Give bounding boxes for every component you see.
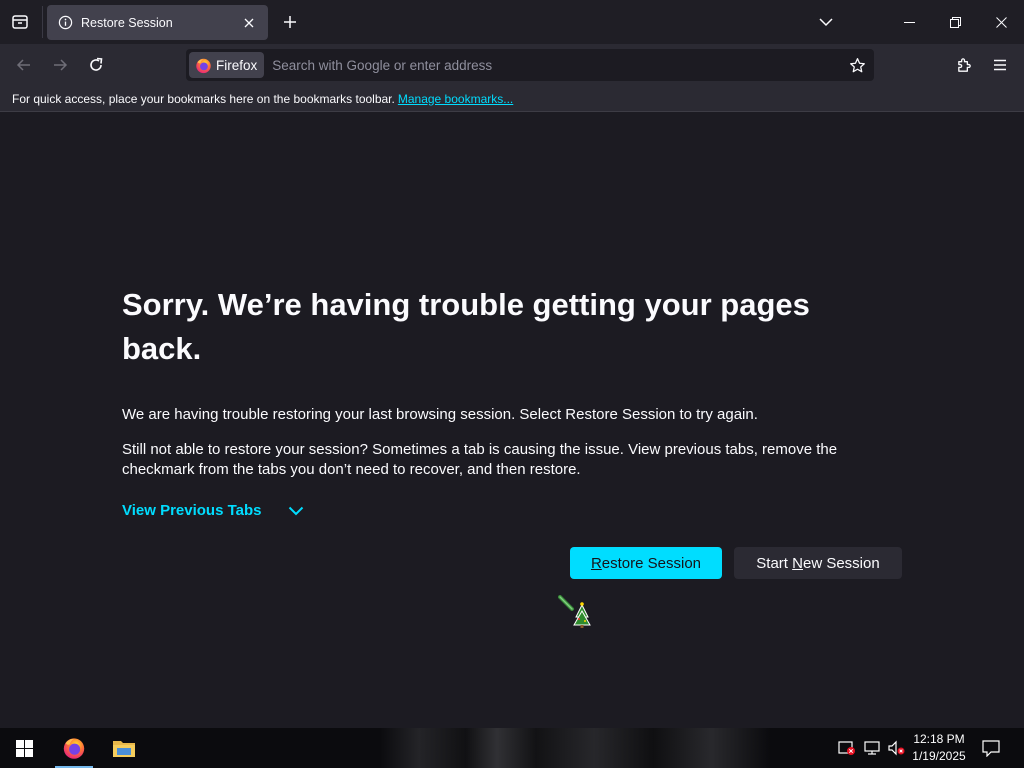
- minimize-icon: [903, 21, 915, 23]
- forward-button[interactable]: [45, 50, 75, 80]
- tab-separator: [42, 6, 43, 38]
- tab-restore-session[interactable]: Restore Session: [47, 5, 268, 40]
- star-icon: [849, 57, 865, 72]
- security-warning-icon[interactable]: [837, 738, 857, 758]
- list-all-tabs-button[interactable]: [812, 8, 840, 36]
- restore-session-button[interactable]: Restore Session: [570, 547, 722, 579]
- new-session-label-after: ew Session: [802, 554, 880, 572]
- page-title: Sorry. We’re having trouble getting your…: [122, 287, 810, 366]
- navigation-toolbar: Firefox: [0, 44, 1024, 86]
- start-button[interactable]: [0, 728, 48, 768]
- taskbar-firefox[interactable]: [50, 728, 98, 768]
- extensions-button[interactable]: [949, 50, 979, 80]
- reload-icon: [90, 57, 103, 71]
- tab-strip: Restore Session: [0, 0, 1024, 44]
- address-input[interactable]: [272, 52, 843, 78]
- close-icon[interactable]: [240, 14, 258, 32]
- page-content: Sorry. We’re having trouble getting your…: [0, 113, 1024, 728]
- firefox-view-icon: [12, 15, 28, 29]
- arrow-right-icon: [54, 59, 68, 71]
- tab-title: Restore Session: [81, 15, 173, 30]
- clock-date: 1/19/2025: [912, 749, 966, 763]
- manage-bookmarks-link[interactable]: Manage bookmarks...: [398, 92, 513, 106]
- session-restore-container: Sorry. We’re having trouble getting your…: [122, 283, 912, 519]
- identity-box[interactable]: Firefox: [189, 52, 265, 78]
- app-menu-button[interactable]: [985, 50, 1015, 80]
- identity-label: Firefox: [216, 57, 258, 73]
- start-new-session-button[interactable]: Start New Session: [734, 547, 902, 579]
- chevron-down-icon: [819, 18, 833, 27]
- hamburger-menu-icon: [994, 59, 1006, 71]
- mouse-cursor: [558, 595, 594, 634]
- close-window-button[interactable]: [978, 0, 1024, 44]
- view-previous-tabs-label: View Previous Tabs: [122, 502, 262, 519]
- firefox-logo-icon: [196, 58, 211, 73]
- restore-window-button[interactable]: [932, 0, 978, 44]
- notification-icon: [982, 739, 1000, 757]
- firefox-logo-icon: [63, 738, 85, 759]
- taskbar-file-explorer[interactable]: [100, 728, 148, 768]
- folder-icon: [113, 741, 135, 757]
- bookmarks-empty-message: For quick access, place your bookmarks h…: [12, 91, 395, 106]
- taskbar: 12:18 PM 1/19/2025: [0, 728, 1024, 768]
- new-tab-button[interactable]: [276, 8, 304, 36]
- back-button[interactable]: [9, 50, 39, 80]
- chevron-down-icon: [288, 506, 303, 515]
- windows-logo-icon: [15, 739, 33, 757]
- new-session-accesskey: N: [792, 554, 803, 572]
- restore-accesskey: R: [590, 554, 602, 572]
- arrow-left-icon: [16, 59, 30, 71]
- system-clock[interactable]: 12:18 PM 1/19/2025: [908, 731, 970, 765]
- view-previous-tabs-toggle[interactable]: View Previous Tabs: [122, 502, 912, 519]
- minimize-button[interactable]: [886, 0, 932, 44]
- reload-button[interactable]: [81, 50, 111, 80]
- restore-description: We are having trouble restoring your las…: [122, 406, 758, 423]
- info-icon: [57, 15, 73, 31]
- action-center-button[interactable]: [978, 736, 1004, 760]
- volume-muted-icon[interactable]: [886, 738, 906, 758]
- clock-time: 12:18 PM: [913, 732, 965, 746]
- new-session-label-before: Start: [756, 554, 793, 572]
- plus-icon: [284, 16, 296, 28]
- url-bar[interactable]: Firefox: [186, 49, 874, 81]
- wallpaper-strip: [380, 728, 770, 768]
- firefox-view-button[interactable]: [6, 8, 34, 36]
- restore-label-rest: estore Session: [601, 554, 702, 572]
- bookmark-star-button[interactable]: [843, 51, 871, 79]
- bookmarks-toolbar: For quick access, place your bookmarks h…: [0, 86, 1024, 112]
- restore-help-text: Still not able to restore your session? …: [122, 441, 838, 478]
- christmas-tree-cursor-icon: [558, 595, 591, 628]
- close-icon: [995, 16, 1007, 28]
- network-icon[interactable]: [862, 738, 882, 758]
- puzzle-icon: [957, 57, 971, 72]
- restore-window-icon: [949, 16, 961, 28]
